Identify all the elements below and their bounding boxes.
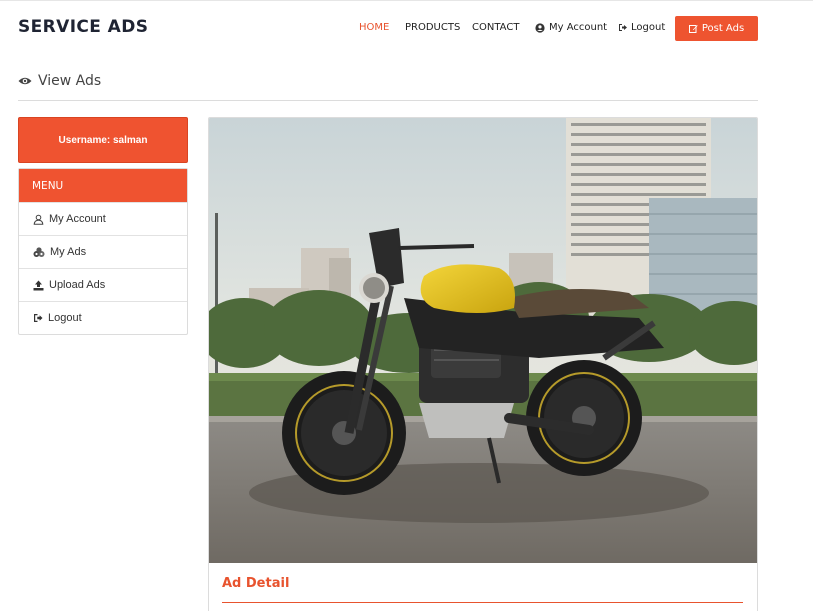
- post-ads-label: Post Ads: [701, 23, 745, 34]
- nav-logout[interactable]: Logout: [618, 22, 665, 33]
- sidebar-item-label: Logout: [48, 312, 82, 324]
- site-logo[interactable]: SERVICE ADS: [18, 17, 148, 37]
- nav-logout-label: Logout: [631, 22, 666, 33]
- nav-account-label: My Account: [549, 22, 608, 33]
- sidebar-item-label: My Account: [49, 213, 106, 225]
- header-divider: [18, 100, 758, 101]
- logout-icon: [33, 313, 43, 323]
- nav-home-label: HOME: [359, 22, 390, 33]
- upload-icon: [33, 280, 44, 291]
- ad-photo[interactable]: [209, 118, 757, 563]
- user-icon: [33, 214, 44, 225]
- nav-products[interactable]: PRODUCTS: [405, 22, 460, 33]
- nav-home[interactable]: HOME: [359, 22, 389, 33]
- sidebar-item-label: Upload Ads: [49, 279, 106, 291]
- sidebar-menu: MENU My Account My Ads Upload Ads Logout: [18, 168, 188, 335]
- username-text: Username: salman: [58, 134, 148, 146]
- page-title-text: View Ads: [38, 73, 102, 89]
- sidebar-item-logout[interactable]: Logout: [19, 301, 187, 334]
- ad-card: Ad Detail: [208, 117, 758, 611]
- sidebar-item-label: My Ads: [50, 246, 87, 258]
- eye-icon: [18, 76, 32, 86]
- menu-title: MENU: [32, 179, 64, 192]
- ads-icon: [33, 246, 45, 258]
- user-circle-icon: [535, 22, 545, 33]
- top-border: [0, 0, 813, 1]
- ad-detail-divider: [222, 602, 743, 603]
- sidebar-item-my-ads[interactable]: My Ads: [19, 235, 187, 268]
- ad-detail-title: Ad Detail: [222, 576, 290, 591]
- edit-icon: [688, 24, 698, 33]
- menu-header: MENU: [19, 169, 187, 202]
- sidebar-item-my-account[interactable]: My Account: [19, 202, 187, 235]
- page-title: View Ads: [18, 73, 101, 89]
- logout-icon: [618, 23, 627, 32]
- nav-contact[interactable]: CONTACT: [472, 22, 519, 33]
- nav-products-label: PRODUCTS: [405, 22, 461, 33]
- nav-contact-label: CONTACT: [472, 22, 520, 33]
- post-ads-button[interactable]: Post Ads: [675, 16, 758, 41]
- nav-my-account[interactable]: My Account: [535, 22, 607, 33]
- username-box: Username: salman: [18, 117, 188, 163]
- sidebar-item-upload-ads[interactable]: Upload Ads: [19, 268, 187, 301]
